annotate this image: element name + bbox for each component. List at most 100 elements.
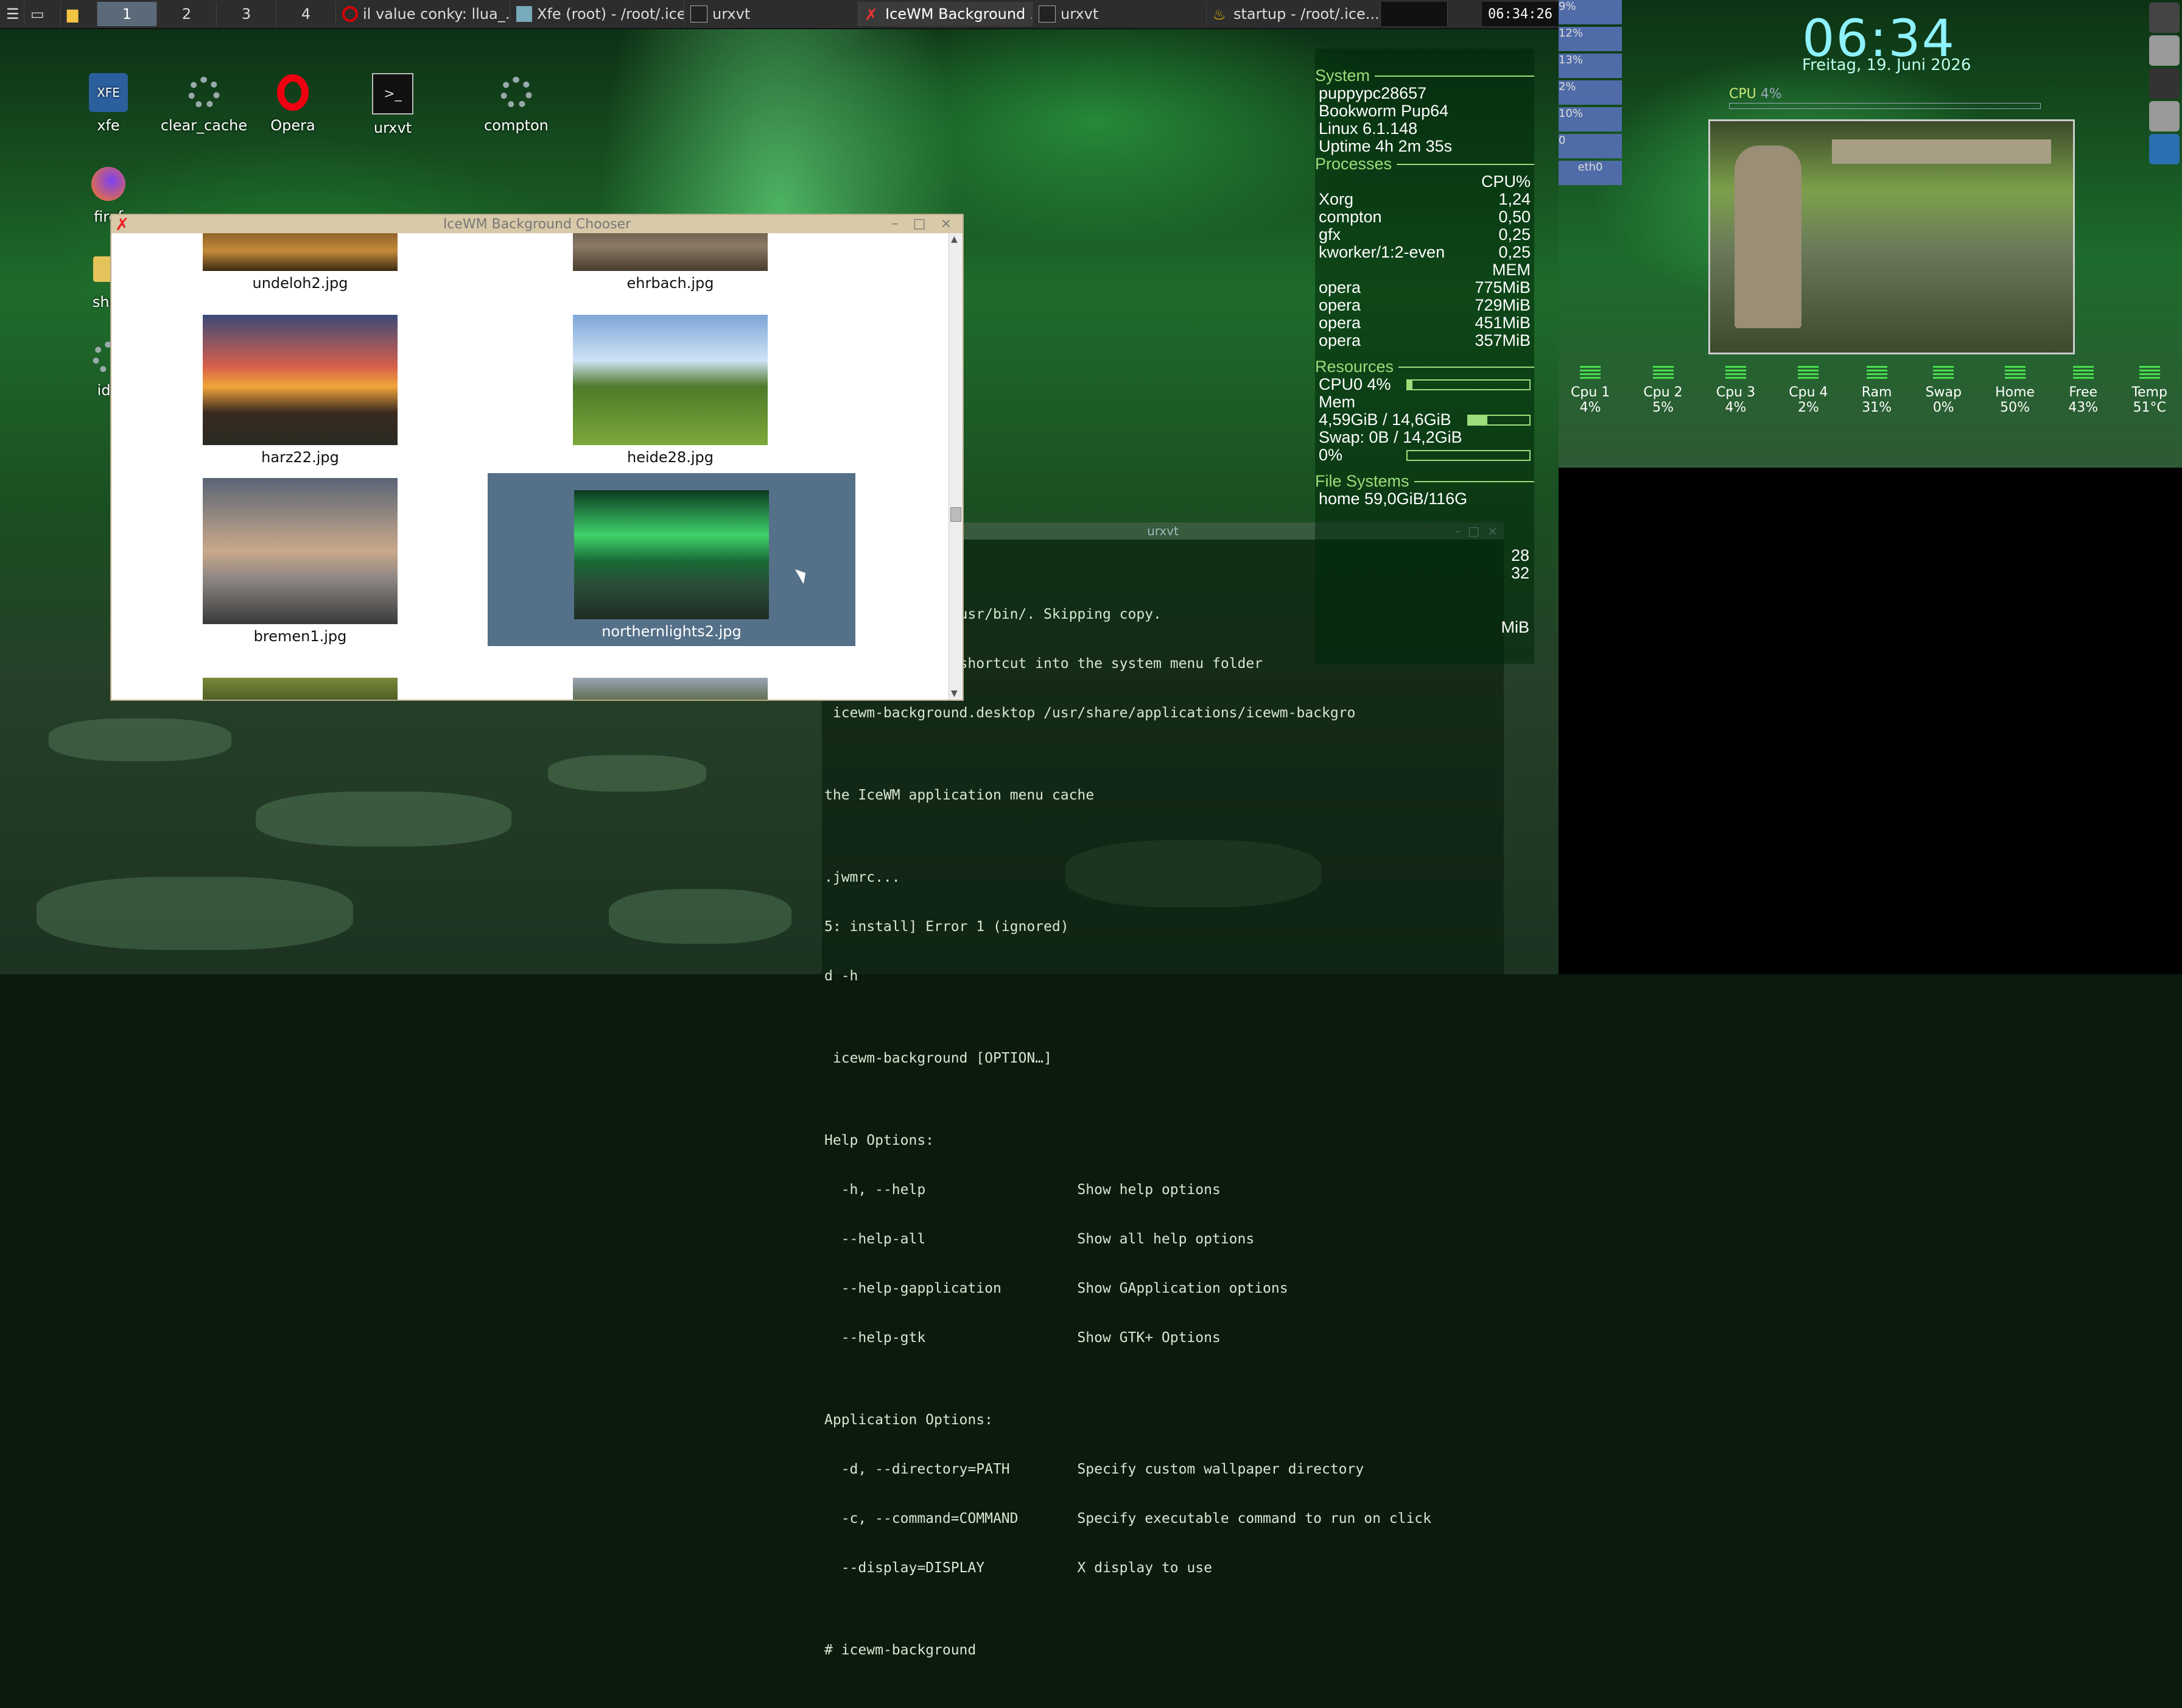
- folder-icon[interactable]: ▆: [61, 2, 97, 26]
- start-menu-icon[interactable]: ☰: [0, 2, 24, 26]
- side-value: MiB: [1501, 618, 1530, 636]
- thumbnail-image: [573, 315, 768, 445]
- scrollbar-thumb[interactable]: [950, 507, 961, 522]
- graph-cell: 13%: [1559, 54, 1622, 78]
- camera-icon[interactable]: [2149, 2, 2180, 33]
- xfe-icon: XFE: [89, 73, 128, 112]
- thumbnail-item[interactable]: undeloh2.jpg: [203, 233, 398, 292]
- workspace-4[interactable]: 4: [276, 2, 336, 26]
- desktop-icon-opera[interactable]: Opera: [247, 73, 339, 134]
- process-row: Xorg 1,24: [1315, 191, 1534, 208]
- task-xfe[interactable]: Xfe (root) - /root/.ice...: [510, 2, 684, 26]
- scroll-up-icon[interactable]: ▲: [951, 234, 958, 244]
- mem-bar-fill: [1468, 415, 1487, 424]
- task-label: startup - /root/.ice...: [1233, 5, 1380, 23]
- task-background-chooser[interactable]: ✗ IceWM Background ...: [858, 2, 1033, 26]
- thumbnail-item[interactable]: bremen1.jpg: [203, 478, 398, 645]
- swap-pct: 0%: [1319, 446, 1343, 464]
- thumbnail-image: [203, 478, 398, 624]
- screenshot-icon[interactable]: [2149, 35, 2180, 66]
- thumbnail-item[interactable]: heide28.jpg: [573, 315, 768, 466]
- scroll-down-icon[interactable]: ▼: [951, 689, 958, 698]
- taskbar: ☰ ▭ ▆ 1 2 3 4 il value conky: llua_... X…: [0, 0, 1559, 29]
- swap-pct-row: 0%: [1315, 446, 1534, 464]
- terminal-line: -d, --directory=PATH Specify custom wall…: [824, 1461, 1364, 1477]
- terminal-line: Application Options:: [824, 1412, 993, 1428]
- workspace-1[interactable]: 1: [97, 2, 157, 26]
- gear-icon: [184, 73, 223, 112]
- graph-cell: 0: [1559, 134, 1622, 158]
- taskbar-clock[interactable]: 06:34:26: [1482, 2, 1559, 26]
- process-value: 729MiB: [1475, 296, 1531, 314]
- widget-cpu-label: CPU: [1729, 86, 1756, 102]
- task-startup[interactable]: ♨ startup - /root/.ice...: [1207, 2, 1381, 26]
- desktop-icon-xfe[interactable]: XFE xfe: [63, 73, 154, 134]
- monitor-icon[interactable]: [2149, 134, 2180, 164]
- chooser-titlebar[interactable]: ✗ IceWM Background Chooser – □ ×: [111, 214, 963, 234]
- cpu-monitor-applet[interactable]: [1381, 2, 1448, 26]
- thumbnail-label: heide28.jpg: [627, 449, 714, 466]
- task-conky[interactable]: il value conky: llua_...: [336, 2, 510, 26]
- meter-name: Cpu 1: [1571, 385, 1610, 400]
- ice-floe: [548, 755, 706, 792]
- workspace-3[interactable]: 3: [217, 2, 276, 26]
- background-chooser-window: ✗ IceWM Background Chooser – □ × undeloh…: [111, 214, 963, 700]
- cpu-column-header: CPU%: [1481, 172, 1531, 191]
- meter-name: Ram: [1861, 385, 1892, 400]
- vertical-scrollbar[interactable]: ▲ ▼: [949, 233, 963, 700]
- meter-name: Home: [1995, 385, 2035, 400]
- process-value: 0,25: [1498, 225, 1531, 244]
- thumbnail-label: undeloh2.jpg: [252, 275, 348, 292]
- desktop-icon-clear-cache[interactable]: clear_cache: [158, 73, 250, 134]
- icewm-icon[interactable]: ✗: [115, 214, 129, 234]
- hostname: puppypc28657: [1319, 84, 1427, 102]
- resource-meters: Cpu 1 4% Cpu 2 5% Cpu 3 4% Cpu 4 2% Ram 31% S…: [1571, 365, 2167, 426]
- widget-cpu-value: 4%: [1760, 86, 1782, 102]
- swap-bar: [1406, 449, 1531, 461]
- thumbnail-item[interactable]: [203, 678, 398, 700]
- terminal-title: urxvt: [1147, 524, 1179, 538]
- thumbnail-item[interactable]: ehrbach.jpg: [573, 233, 768, 292]
- meter-cpu2: Cpu 2 5%: [1643, 365, 1683, 426]
- terminal-line: --help-all Show all help options: [824, 1231, 1255, 1247]
- section-resources: Resources: [1315, 358, 1534, 376]
- terminal-icon: >_: [372, 73, 413, 114]
- desktop-icon-label: Opera: [270, 117, 315, 134]
- thumbnail-item[interactable]: harz22.jpg: [203, 315, 398, 466]
- task-urxvt-2[interactable]: urxvt: [1033, 2, 1207, 26]
- app-icon[interactable]: [2149, 68, 2180, 99]
- opera-icon: [273, 73, 312, 112]
- thumbnail-label: northernlights2.jpg: [602, 623, 742, 640]
- meter-value: 31%: [1862, 400, 1892, 415]
- mem-row: 4,59GiB / 14,6GiB: [1315, 411, 1534, 429]
- colonnade-shape: [1832, 139, 2051, 164]
- thumbnail-item-selected[interactable]: northernlights2.jpg: [488, 473, 855, 646]
- side-value: 32: [1510, 564, 1529, 582]
- graph-cell: 2%: [1559, 80, 1622, 105]
- show-desktop-icon[interactable]: ▭: [24, 2, 61, 26]
- task-label: IceWM Background ...: [885, 5, 1033, 23]
- meter-name: Cpu 4: [1789, 385, 1828, 400]
- minimize-button[interactable]: –: [886, 216, 904, 232]
- workspace-2[interactable]: 2: [157, 2, 217, 26]
- desktop-icon-compton[interactable]: compton: [471, 73, 562, 134]
- terminal-line: Help Options:: [824, 1133, 935, 1148]
- cpu0-bar-fill: [1408, 380, 1412, 389]
- task-urxvt-1[interactable]: urxvt: [684, 2, 858, 26]
- desktop-icon-label: clear_cache: [160, 117, 248, 134]
- mem-label: Mem: [1319, 393, 1355, 411]
- meter-free: Free 43%: [2068, 365, 2098, 426]
- close-button[interactable]: ×: [937, 216, 955, 232]
- meter-value: 51°C: [2133, 400, 2166, 415]
- thumbnail-image: [573, 678, 768, 700]
- terminal-output: ady present in /usr/bin/. Skipping copy.…: [822, 555, 1504, 1692]
- thumbnail-item[interactable]: [573, 678, 768, 700]
- mem-bar: [1467, 414, 1531, 426]
- maximize-button[interactable]: □: [910, 216, 928, 232]
- meter-cpu3: Cpu 3 4%: [1716, 365, 1755, 426]
- terminal-line: -h, --help Show help options: [824, 1182, 1221, 1198]
- scanner-icon[interactable]: [2149, 101, 2180, 132]
- desktop-icon-urxvt[interactable]: >_ urxvt: [347, 73, 438, 136]
- ice-floe: [49, 719, 231, 761]
- process-value: 451MiB: [1475, 314, 1531, 332]
